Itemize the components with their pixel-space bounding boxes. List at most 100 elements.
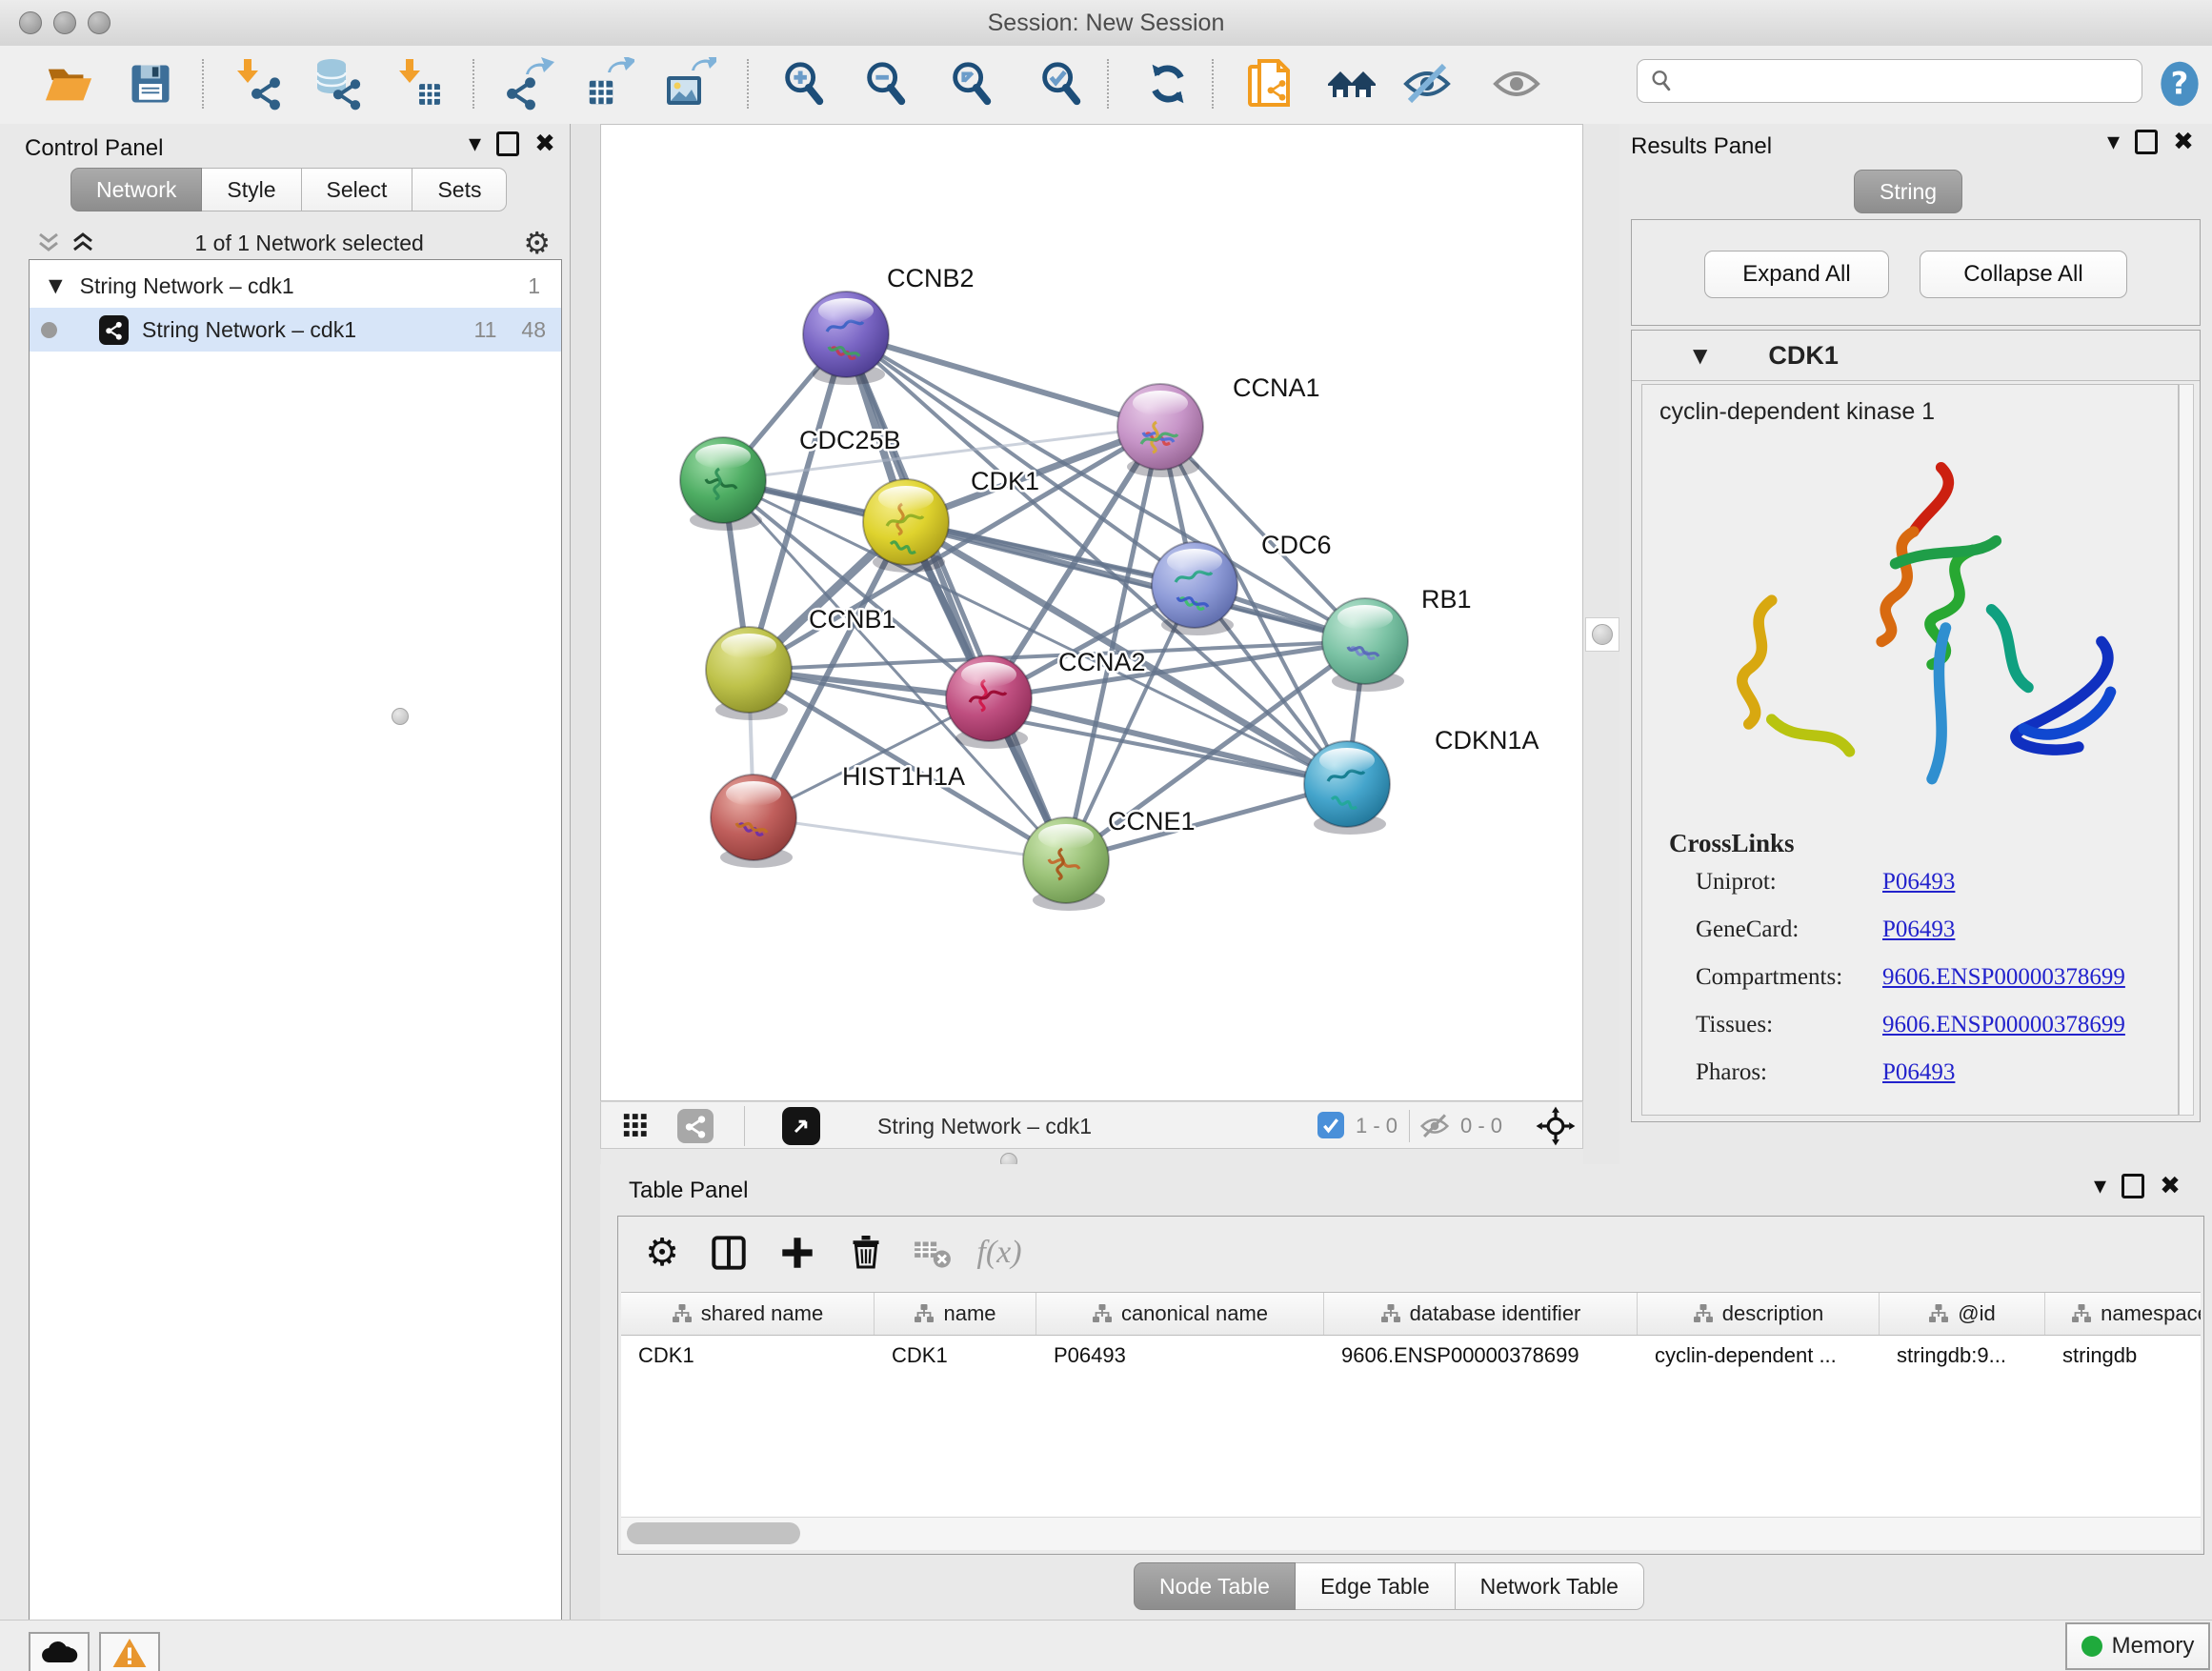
panel-menu-arrow-icon[interactable]: ▾ bbox=[2094, 1174, 2106, 1198]
network-node-CDC25B[interactable] bbox=[680, 437, 766, 531]
import-network-database-button[interactable] bbox=[309, 55, 366, 112]
delete-column-button[interactable] bbox=[839, 1226, 893, 1279]
selected-checkbox[interactable] bbox=[1317, 1112, 1344, 1138]
tab-sets[interactable]: Sets bbox=[412, 168, 507, 211]
network-node-CCNB2[interactable] bbox=[803, 292, 889, 385]
right-panel-splitter[interactable] bbox=[1583, 124, 1621, 1164]
string-home-button[interactable] bbox=[1324, 55, 1381, 112]
save-session-button[interactable] bbox=[122, 55, 179, 112]
zoom-fit-button[interactable] bbox=[943, 55, 1000, 112]
tab-network[interactable]: Network bbox=[70, 168, 202, 211]
cloud-status-button[interactable] bbox=[29, 1632, 90, 1671]
export-network-button[interactable] bbox=[499, 55, 556, 112]
network-options-gear-icon[interactable]: ⚙ bbox=[523, 225, 551, 261]
collapse-arrow-icon[interactable]: ▼ bbox=[1693, 344, 1707, 367]
zoom-out-button[interactable] bbox=[857, 55, 915, 112]
panel-close-button[interactable]: ✖ bbox=[2160, 1174, 2181, 1198]
import-table-file-button[interactable] bbox=[391, 55, 448, 112]
network-node-HIST1H1A[interactable] bbox=[711, 775, 796, 868]
export-table-button[interactable] bbox=[579, 55, 636, 112]
crosslink-link[interactable]: P06493 bbox=[1882, 916, 1955, 943]
cell-id[interactable]: stringdb:9... bbox=[1880, 1336, 2045, 1376]
cell-database-identifier[interactable]: 9606.ENSP00000378699 bbox=[1324, 1336, 1638, 1376]
zoom-selected-button[interactable] bbox=[1033, 55, 1090, 112]
create-column-button[interactable] bbox=[771, 1226, 824, 1279]
open-session-button[interactable] bbox=[40, 55, 97, 112]
network-canvas[interactable]: CCNB2CCNA1CDC25BCDK1CDC6RB1CCNB1CCNA2CDK… bbox=[600, 124, 1583, 1101]
column-header-database-identifier[interactable]: database identifier bbox=[1324, 1293, 1638, 1335]
cell-description[interactable]: cyclin-dependent ... bbox=[1638, 1336, 1880, 1376]
table-horizontal-scrollbar[interactable] bbox=[621, 1517, 2201, 1550]
cell-name[interactable]: CDK1 bbox=[875, 1336, 1036, 1376]
hide-glass-button[interactable] bbox=[1398, 55, 1456, 112]
network-node-CCNA1[interactable] bbox=[1117, 384, 1203, 477]
splitter-grip-box[interactable] bbox=[1585, 617, 1619, 652]
splitter-grip[interactable] bbox=[1592, 624, 1613, 645]
collapse-all-icon[interactable] bbox=[36, 231, 61, 255]
protein-header-row[interactable]: ▼ CDK1 bbox=[1632, 331, 2200, 381]
panel-float-button[interactable] bbox=[2122, 1174, 2144, 1198]
collapse-all-button[interactable]: Collapse All bbox=[1920, 251, 2127, 298]
table-row[interactable]: CDK1 CDK1 P06493 9606.ENSP00000378699 cy… bbox=[621, 1336, 2201, 1376]
crosslink-link[interactable]: 9606.ENSP00000378699 bbox=[1882, 1012, 2125, 1038]
tab-style[interactable]: Style bbox=[202, 168, 301, 211]
results-scrollbar[interactable] bbox=[2179, 384, 2194, 1116]
pan-tool-button[interactable] bbox=[1535, 1105, 1577, 1152]
cell-canonical-name[interactable]: P06493 bbox=[1036, 1336, 1324, 1376]
search-input[interactable] bbox=[1674, 68, 2097, 94]
warning-status-button[interactable] bbox=[99, 1632, 160, 1671]
panel-menu-arrow-icon[interactable]: ▾ bbox=[469, 131, 481, 156]
tab-select[interactable]: Select bbox=[302, 168, 413, 211]
tree-expander-icon[interactable]: ▼ bbox=[49, 275, 63, 296]
left-panel-splitter[interactable] bbox=[570, 124, 601, 1620]
open-view-button[interactable] bbox=[782, 1107, 820, 1145]
cell-namespace[interactable]: stringdb bbox=[2045, 1336, 2201, 1376]
tab-edge-table[interactable]: Edge Table bbox=[1296, 1562, 1456, 1610]
show-glass-button[interactable] bbox=[1488, 55, 1545, 112]
network-svg[interactable]: CCNB2CCNA1CDC25BCDK1CDC6RB1CCNB1CCNA2CDK… bbox=[601, 125, 1582, 1100]
network-node-CCNE1[interactable] bbox=[1023, 817, 1109, 911]
column-header-canonical-name[interactable]: canonical name bbox=[1036, 1293, 1324, 1335]
tab-node-table[interactable]: Node Table bbox=[1134, 1562, 1296, 1610]
panel-float-button[interactable] bbox=[496, 131, 519, 156]
panel-close-button[interactable]: ✖ bbox=[534, 131, 555, 156]
splitter-grip[interactable] bbox=[392, 708, 409, 725]
string-import-button[interactable] bbox=[1242, 55, 1299, 112]
birdseye-toggle-button[interactable] bbox=[620, 1109, 654, 1148]
hidden-toggle[interactable] bbox=[1418, 1110, 1451, 1147]
network-row-selected[interactable]: String Network – cdk1 11 48 bbox=[30, 308, 561, 352]
scrollbar-thumb[interactable] bbox=[627, 1522, 800, 1544]
column-header-shared-name[interactable]: shared name bbox=[621, 1293, 875, 1335]
refresh-layout-button[interactable] bbox=[1139, 55, 1196, 112]
network-node-CCNA2[interactable] bbox=[946, 655, 1032, 749]
expand-all-icon[interactable] bbox=[70, 231, 95, 255]
panel-close-button[interactable]: ✖ bbox=[2173, 130, 2194, 154]
panel-menu-arrow-icon[interactable]: ▾ bbox=[2107, 130, 2120, 154]
show-columns-button[interactable] bbox=[702, 1226, 755, 1279]
column-header-name[interactable]: name bbox=[875, 1293, 1036, 1335]
crosslink-link[interactable]: P06493 bbox=[1882, 869, 1955, 896]
network-node-RB1[interactable] bbox=[1322, 598, 1408, 692]
toolbar-search[interactable] bbox=[1637, 59, 2142, 103]
tab-string[interactable]: String bbox=[1854, 170, 1962, 213]
table-settings-button[interactable]: ⚙ bbox=[635, 1226, 689, 1279]
panel-float-button[interactable] bbox=[2135, 130, 2158, 154]
network-node-CDKN1A[interactable] bbox=[1304, 741, 1390, 835]
network-type-badge[interactable] bbox=[677, 1109, 714, 1143]
crosslink-link[interactable]: 9606.ENSP00000378699 bbox=[1882, 964, 2125, 991]
network-node-CCNB1[interactable] bbox=[706, 627, 792, 720]
zoom-in-button[interactable] bbox=[775, 55, 833, 112]
delete-table-button[interactable] bbox=[906, 1226, 959, 1279]
function-builder-button[interactable]: f(x) bbox=[973, 1226, 1026, 1279]
expand-all-button[interactable]: Expand All bbox=[1704, 251, 1889, 298]
network-node-CDC6[interactable] bbox=[1152, 542, 1237, 635]
import-network-file-button[interactable] bbox=[229, 55, 286, 112]
memory-button[interactable]: Memory bbox=[2065, 1622, 2210, 1670]
column-header-description[interactable]: description bbox=[1638, 1293, 1880, 1335]
crosslink-link[interactable]: P06493 bbox=[1882, 1059, 1955, 1086]
network-node-CDK1[interactable] bbox=[863, 479, 949, 573]
column-header-id[interactable]: @id bbox=[1880, 1293, 2045, 1335]
tab-network-table[interactable]: Network Table bbox=[1456, 1562, 1644, 1610]
cell-shared-name[interactable]: CDK1 bbox=[621, 1336, 875, 1376]
export-image-button[interactable] bbox=[661, 55, 718, 112]
